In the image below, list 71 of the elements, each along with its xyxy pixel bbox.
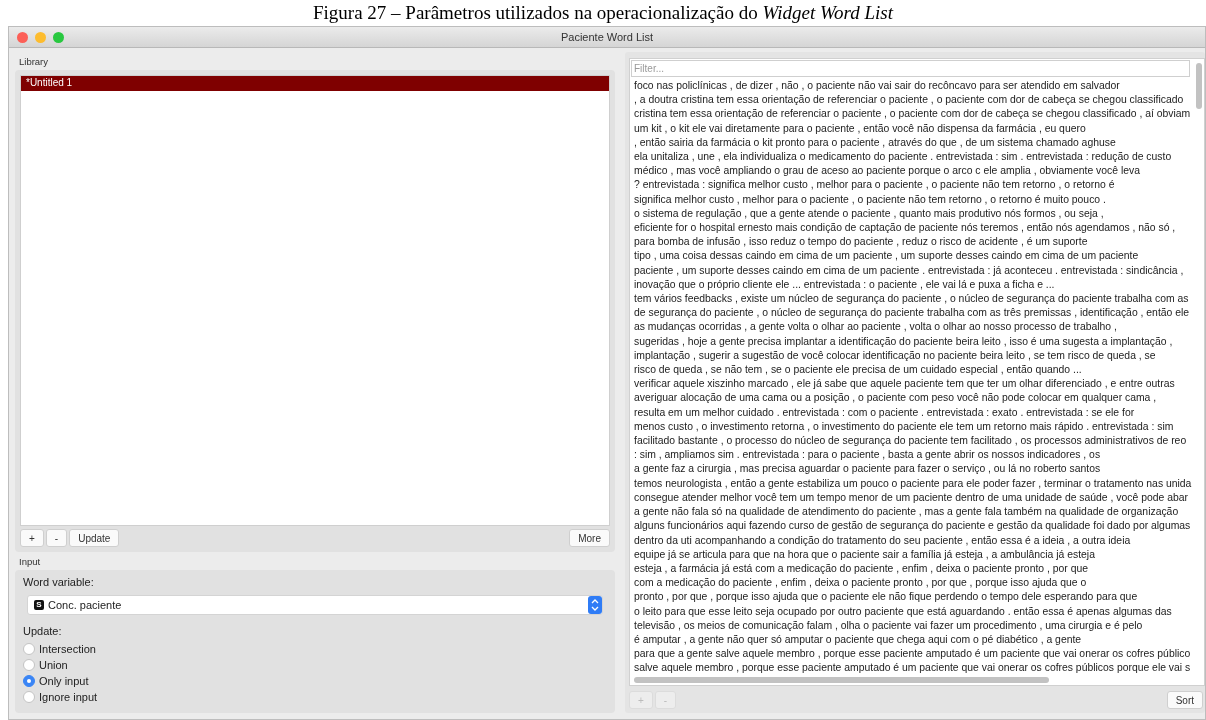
word-list-item[interactable]: consegue atender melhor você tem um tempo menor de um paciente dentro de uma unidade de saúde , você pode abar bbox=[634, 490, 1188, 506]
string-type-icon: S bbox=[34, 600, 44, 610]
word-list-item[interactable]: para bomba de infusão , isso reduz o tempo do paciente , reduz o risco de acidente , é um suporte bbox=[634, 235, 1088, 250]
word-list-item[interactable]: salve aquele membro , porque esse paciente amputado é um paciente que vai onerar os cofres públicos porque ele vai s bbox=[634, 661, 1191, 675]
word-variable-dropdown[interactable]: S Conc. paciente bbox=[27, 595, 603, 615]
word-list-item[interactable]: a gente faz a cirurgia , mas precisa aguardar o paciente para fazer o serviço , ou lá no roberto santos bbox=[634, 462, 1101, 477]
more-button[interactable]: More bbox=[569, 529, 610, 547]
figure-caption: Figura 27 – Parâmetros utilizados na operacionalização do Widget Word List bbox=[312, 2, 894, 23]
word-list-item[interactable]: as mudanças ocorridas , a gente volta o olhar ao paciente , volta o olhar ao nosso processo de trabalho , bbox=[634, 320, 1117, 335]
word-list-item[interactable]: averiguar alocação de uma cama ou a posição , o paciente com peso você não pode colocar em qualquer cama , bbox=[634, 391, 1157, 406]
field-label: Word variable: bbox=[23, 576, 95, 588]
vertical-scrollbar[interactable] bbox=[1196, 63, 1202, 109]
maximize-icon[interactable] bbox=[53, 31, 64, 43]
word-list-item[interactable]: cristina tem essa orientação de referenciar o paciente , o paciente com dor de cabeça se chegou classificado , aí obviam bbox=[634, 107, 1191, 122]
word-list-item[interactable]: ela unitaliza , une , ela individualiza o medicamento do paciente . entrevistada : sim . entrevistada : redução de custo bbox=[634, 150, 1172, 165]
word-list-item[interactable]: , então sairia da farmácia o kit pronto para o paciente , através do que , de um sistema chamado aghuse bbox=[634, 135, 1116, 150]
word-list-item[interactable]: com a medicação do paciente , enfim , deixa o paciente pronto , por que , porque isso ajuda que o bbox=[634, 576, 1087, 591]
minimize-icon[interactable] bbox=[35, 31, 46, 43]
word-list-item[interactable]: implantação , sugerir a sugestão de você colocar identificação no paciente beira leito , se tem risco de queda , se bbox=[634, 348, 1156, 364]
radio-button[interactable] bbox=[23, 643, 35, 655]
radio-label: Only input bbox=[39, 675, 89, 687]
radio-button[interactable] bbox=[23, 691, 35, 703]
word-list-item[interactable]: facilitado bastante , o processo do núcleo de segurança do paciente tem facilitado , os processos administrativos de reo bbox=[634, 434, 1187, 449]
radio-label: Intersection bbox=[39, 643, 96, 655]
word-list-item[interactable]: foco nas policlínicas , de dizer , não , o paciente não vai sair do recôncavo para ser atendido em salvador bbox=[634, 79, 1120, 94]
field-label: Update: bbox=[23, 625, 63, 637]
radio-label: Union bbox=[39, 659, 68, 671]
radio-label: Ignore input bbox=[39, 691, 98, 703]
word-list-item[interactable]: resulta em um melhor cuidado . entrevistada : com o paciente . entrevistada : exato . entrevistada : se ele for bbox=[634, 405, 1135, 420]
word-list-item[interactable]: : sim , ampliamos sim . entrevistada : para o paciente , basta a gente abrir os nossos indicadores , os bbox=[634, 448, 1101, 463]
remove-button[interactable]: - bbox=[45, 529, 68, 547]
word-list-item[interactable]: é amputar , a gente não quer só amputar o paciente que chega aqui com o pé diabético , a gente bbox=[634, 632, 1082, 648]
word-list-item[interactable]: paciente , um suporte desses caindo em cima de um paciente . entrevistada : já aconteceu . entrevistada : sindicância , bbox=[634, 263, 1184, 278]
word-list-item[interactable]: menos custo , o investimento retorna , o investimento do paciente ele tem um retorno mais rápido . entrevistada : sim bbox=[634, 419, 1174, 435]
word-list-item[interactable]: televisão , os meios de comunicação falam , olha o paciente vai fazer um procedimento , uma cirurgia e é pelo bbox=[634, 618, 1143, 633]
word-list-item[interactable]: médico , mas você ampliando o grau de aceso ao paciente porque o arco c ele amplia , obviamente você leva bbox=[634, 164, 1140, 179]
sort-button[interactable]: Sort bbox=[1166, 691, 1203, 709]
word-list-item[interactable]: o leito para que esse leito seja ocupado por outro paciente que está aguardando . então essa é apenas algumas das bbox=[634, 604, 1172, 619]
word-list-item[interactable]: equipe já se articula para que na hora que o paciente sair a família já esteja , a ambulância já esteja bbox=[634, 547, 1095, 562]
word-list-item[interactable]: de segurança do paciente , o núcleo de segurança do paciente trabalha com as três premissas , identificação , então ele bbox=[634, 306, 1190, 321]
close-icon[interactable] bbox=[17, 31, 28, 43]
word-list-item[interactable]: inovação que o próprio cliente ele ... entrevistada : o paciente , ele vai lá e puxa a ficha e ... bbox=[634, 277, 1055, 293]
word-list-item[interactable]: eficiente for o hospital ernesto mais condição de captação de paciente nós teremos , então nós agendamos , não só , bbox=[634, 221, 1176, 236]
word-list-item[interactable]: o sistema de regulação , que a gente atende o paciente , quanto mais produtivo nós formos , ou seja , bbox=[634, 206, 1104, 222]
word-list-item[interactable]: para que a gente salve aquele membro , porque esse paciente amputado é um paciente que vai onerar os cofres público bbox=[634, 647, 1191, 662]
library-item[interactable]: *Untitled 1 bbox=[21, 76, 609, 91]
word-list-item[interactable]: tipo , uma coisa dessas caindo em cima de um paciente , um suporte desses caindo em cima de um paciente bbox=[634, 249, 1139, 264]
section-label: Library bbox=[18, 55, 50, 69]
word-list-item[interactable]: sugeridas , hoje a gente precisa implantar a identificação do paciente beira leito , isso é uma sugesta a implantação , bbox=[634, 334, 1173, 349]
word-list-item[interactable]: , a doutra cristina tem essa orientação de referenciar o paciente , o paciente com dor de cabeça se chegou classificado bbox=[634, 93, 1184, 108]
stepper-arrows-icon bbox=[588, 596, 602, 614]
word-list-item[interactable]: significa melhor custo , melhor para o paciente , o paciente não tem retorno , o retorno é muito pouco . bbox=[634, 192, 1106, 207]
word-list-item[interactable]: alguns funcionários aqui fazendo curso de gestão de segurança do paciente e gestão da qualidade foi dado por algumas bbox=[634, 519, 1191, 534]
word-list-item[interactable]: verificar aquele xiszinho marcado , ele já sabe que aquele paciente tem que ter um olhar diferenciado , e entre outras bbox=[634, 377, 1175, 392]
radio-button[interactable] bbox=[23, 659, 35, 671]
add-button[interactable]: + bbox=[20, 529, 44, 547]
word-list-item[interactable]: ? entrevistada : significa melhor custo , melhor para o paciente , o paciente não tem retorno , o retorno é bbox=[634, 178, 1115, 193]
word-list-item[interactable]: um kit , o kit ele vai diretamente para o paciente , então você não dispensa da farmácia , eu quero bbox=[634, 121, 1086, 136]
section-label: Input bbox=[18, 555, 42, 569]
window-title: Paciente Word List bbox=[560, 31, 654, 43]
word-list-item[interactable]: a gente não fala só na qualidade de atendimento do paciente , mas a gente fala também na qualidade de organização bbox=[634, 505, 1179, 520]
word-list-item[interactable]: tem vários feedbacks , existe um núcleo de segurança do paciente , o núcleo de segurança do paciente trabalha com as bbox=[634, 292, 1189, 307]
horizontal-scrollbar[interactable] bbox=[634, 677, 1049, 683]
radio-button[interactable] bbox=[23, 675, 35, 687]
word-list-item[interactable]: pronto , por que , porque isso ajuda que o paciente ele não fique perdendo o tempo dele esperando para que bbox=[634, 590, 1138, 605]
word-list-item[interactable]: dentro da uti acompanhando a condição do tratamento do seu paciente , então essa é a ideia , a outra ideia bbox=[634, 533, 1131, 548]
update-button[interactable]: Update bbox=[69, 529, 120, 547]
word-list-item[interactable]: temos neurologista , então a gente estabiliza um pouco o paciente para ele poder fazer , terminar o tratamento nas unida bbox=[634, 476, 1192, 491]
word-list-item[interactable]: risco de queda , se não tem , se o paciente ele precisa de um cuidado especial , então quando ... bbox=[634, 363, 1082, 378]
word-list-item[interactable]: esteja , a farmácia já está com a medicação do paciente , enfim , deixa o paciente pronto , por que bbox=[634, 561, 1088, 577]
filter-field[interactable]: Filter... bbox=[631, 60, 1190, 77]
